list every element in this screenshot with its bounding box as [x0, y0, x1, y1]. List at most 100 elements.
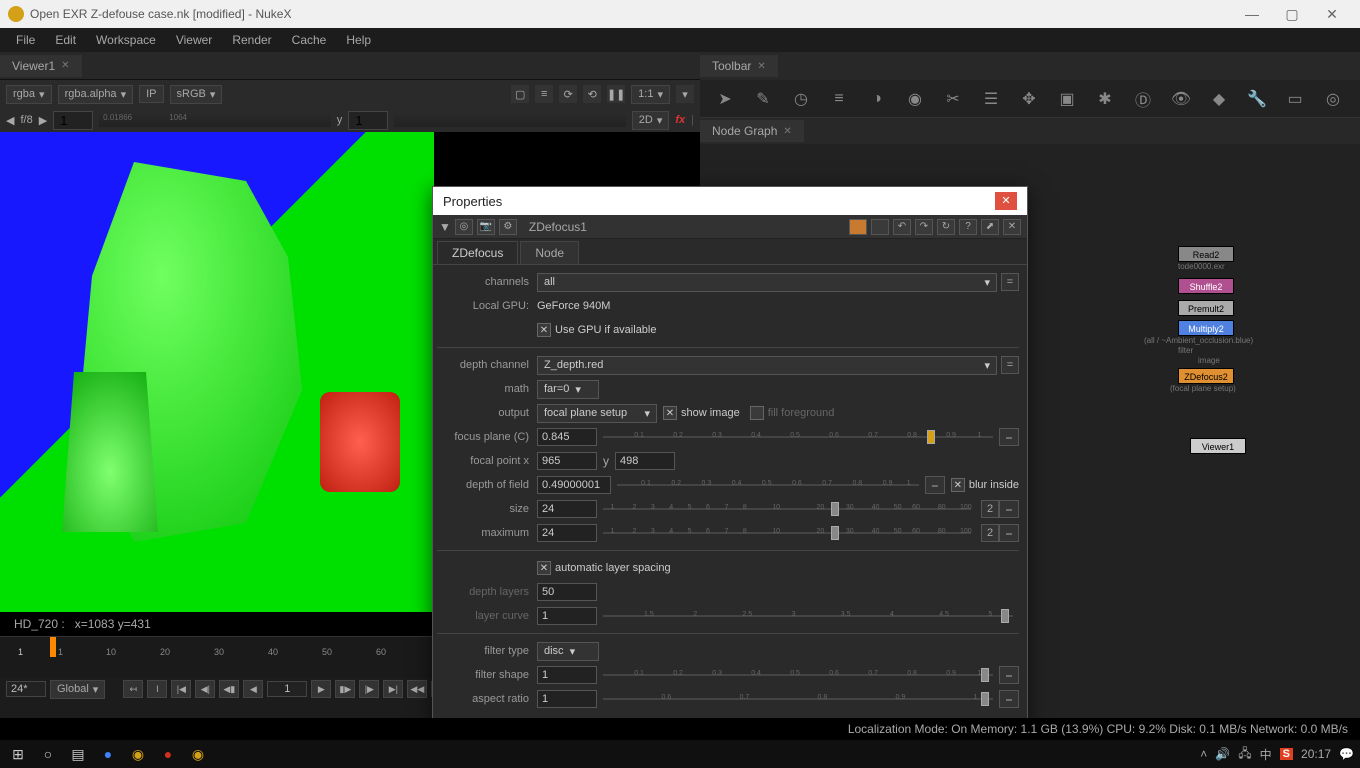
jump-prev-icon[interactable]: ↤: [123, 680, 143, 698]
draw-icon[interactable]: ✎: [752, 88, 774, 110]
max-curve-button[interactable]: ⎯: [999, 524, 1019, 542]
sogou-icon[interactable]: S: [1280, 748, 1293, 760]
aspect-curve-button[interactable]: ⎯: [999, 690, 1019, 708]
first-frame-icon[interactable]: |◀: [171, 680, 191, 698]
global-dropdown[interactable]: Global ▾: [50, 680, 105, 699]
channels-extra-button[interactable]: =: [1001, 273, 1019, 291]
curve-slider[interactable]: 1.522.533.544.55: [603, 606, 1013, 626]
help-icon[interactable]: ?: [959, 219, 977, 235]
next-key-icon[interactable]: |▶: [359, 680, 379, 698]
chevron-right-icon[interactable]: ▶: [39, 114, 47, 127]
refresh-icon[interactable]: ⟳: [559, 85, 577, 103]
menu-cache[interactable]: Cache: [284, 31, 335, 49]
prev-key-icon[interactable]: ◀|: [195, 680, 215, 698]
inpoint-button[interactable]: I: [147, 680, 167, 698]
close-icon[interactable]: ✕: [783, 126, 791, 137]
collapse-icon[interactable]: ▼: [439, 220, 451, 234]
node-shuffle[interactable]: Shuffle2: [1178, 278, 1234, 294]
step-forward-icon[interactable]: ▮▶: [335, 680, 355, 698]
lock-icon[interactable]: ▾: [676, 85, 694, 103]
ip-button[interactable]: IP: [139, 85, 163, 103]
toolsets-icon[interactable]: 🔧: [1246, 88, 1268, 110]
tab-node[interactable]: Node: [520, 241, 579, 264]
play-back-icon[interactable]: ◀: [243, 680, 263, 698]
app-1-icon[interactable]: ●: [96, 742, 120, 766]
channel-icon[interactable]: ≡: [828, 88, 850, 110]
camera-icon[interactable]: 📷: [477, 219, 495, 235]
math-dropdown[interactable]: far=0 ▾: [537, 380, 599, 399]
furnace-icon[interactable]: ◎: [1322, 88, 1344, 110]
auto-layer-checkbox[interactable]: ✕: [537, 561, 551, 575]
list-icon[interactable]: ≡: [535, 85, 553, 103]
fx-button[interactable]: fx: [675, 114, 685, 126]
fstop-input[interactable]: [53, 111, 93, 130]
tray-up-icon[interactable]: ˄: [1200, 747, 1207, 761]
pipe-icon[interactable]: |: [691, 114, 694, 126]
color-swatch-2[interactable]: [871, 219, 889, 235]
particles-icon[interactable]: ✱: [1094, 88, 1116, 110]
volume-icon[interactable]: 🔊: [1215, 747, 1230, 761]
redo-icon[interactable]: ↻: [937, 219, 955, 235]
current-frame-input[interactable]: [267, 681, 307, 697]
network-icon[interactable]: 🖧: [1238, 744, 1251, 765]
3d-icon[interactable]: ▣: [1056, 88, 1078, 110]
filter-shape-input[interactable]: [537, 666, 597, 684]
start-icon[interactable]: ⊞: [6, 742, 30, 766]
zoom-dropdown[interactable]: 1:1 ▾: [631, 85, 670, 104]
reload-icon[interactable]: ⟲: [583, 85, 601, 103]
size-curve-button[interactable]: ⎯: [999, 500, 1019, 518]
close-icon[interactable]: ✕: [757, 61, 765, 72]
node-viewer[interactable]: Viewer1: [1190, 438, 1246, 454]
merge-icon[interactable]: ☰: [980, 88, 1002, 110]
focus-slider[interactable]: 0.10.20.30.40.50.60.70.80.91: [603, 427, 993, 447]
notifications-icon[interactable]: 💬: [1339, 747, 1354, 761]
node-premult[interactable]: Premult2: [1178, 300, 1234, 316]
time-icon[interactable]: ◷: [790, 88, 812, 110]
y-input[interactable]: [348, 111, 388, 130]
x-ruler[interactable]: 0.01866 1064: [99, 113, 331, 127]
channel-dropdown[interactable]: rgba ▾: [6, 85, 52, 104]
ime-indicator[interactable]: 中: [1260, 746, 1272, 763]
max-input[interactable]: [537, 524, 597, 542]
prev-inc-icon[interactable]: ◀◀: [407, 680, 427, 698]
size-input[interactable]: [537, 500, 597, 518]
shape-curve-button[interactable]: ⎯: [999, 666, 1019, 684]
deep-icon[interactable]: Ⓓ: [1132, 88, 1154, 110]
fill-fg-checkbox[interactable]: [750, 406, 764, 420]
other-icon[interactable]: ▭: [1284, 88, 1306, 110]
menu-file[interactable]: File: [8, 31, 43, 49]
toolbar-tab[interactable]: Toolbar✕: [700, 55, 778, 77]
maximize-button[interactable]: ▢: [1272, 6, 1312, 23]
chevron-left-icon[interactable]: ◀: [6, 114, 14, 127]
menu-edit[interactable]: Edit: [47, 31, 84, 49]
gpu-checkbox[interactable]: ✕: [537, 323, 551, 337]
float-icon[interactable]: ⬈: [981, 219, 999, 235]
node-read[interactable]: Read2: [1178, 246, 1234, 262]
y-ruler[interactable]: [394, 113, 626, 127]
app-4-icon[interactable]: ◉: [186, 742, 210, 766]
focus-curve-button[interactable]: ⎯: [999, 428, 1019, 446]
depth-dropdown[interactable]: Z_depth.red▾: [537, 356, 997, 375]
close-button[interactable]: ✕: [1312, 6, 1352, 23]
close-icon[interactable]: ✕: [61, 60, 69, 71]
output-dropdown[interactable]: focal plane setup▾: [537, 404, 657, 423]
view-mode-dropdown[interactable]: 2D ▾: [632, 111, 670, 130]
node-zdefocus[interactable]: ZDefocus2: [1178, 368, 1234, 384]
dof-curve-button[interactable]: ⎯: [925, 476, 945, 494]
colorspace-dropdown[interactable]: sRGB ▾: [170, 85, 223, 104]
step-back-icon[interactable]: ◀▮: [219, 680, 239, 698]
metadata-icon[interactable]: ◆: [1208, 88, 1230, 110]
aspect-slider[interactable]: 0.60.70.80.91: [603, 689, 993, 709]
max-2-button[interactable]: 2: [981, 524, 999, 542]
shape-slider[interactable]: 0.10.20.30.40.50.60.70.80.91: [603, 665, 993, 685]
app-2-icon[interactable]: ◉: [126, 742, 150, 766]
focus-input[interactable]: [537, 428, 597, 446]
views-icon[interactable]: 👁: [1170, 88, 1192, 110]
max-slider[interactable]: 1234567810203040506080100: [603, 523, 971, 543]
menu-render[interactable]: Render: [224, 31, 279, 49]
revert-icon[interactable]: ↷: [915, 219, 933, 235]
keyer-icon[interactable]: ✂: [942, 88, 964, 110]
undo-icon[interactable]: ↶: [893, 219, 911, 235]
filter-icon[interactable]: ◉: [904, 88, 926, 110]
center-icon[interactable]: ◎: [455, 219, 473, 235]
